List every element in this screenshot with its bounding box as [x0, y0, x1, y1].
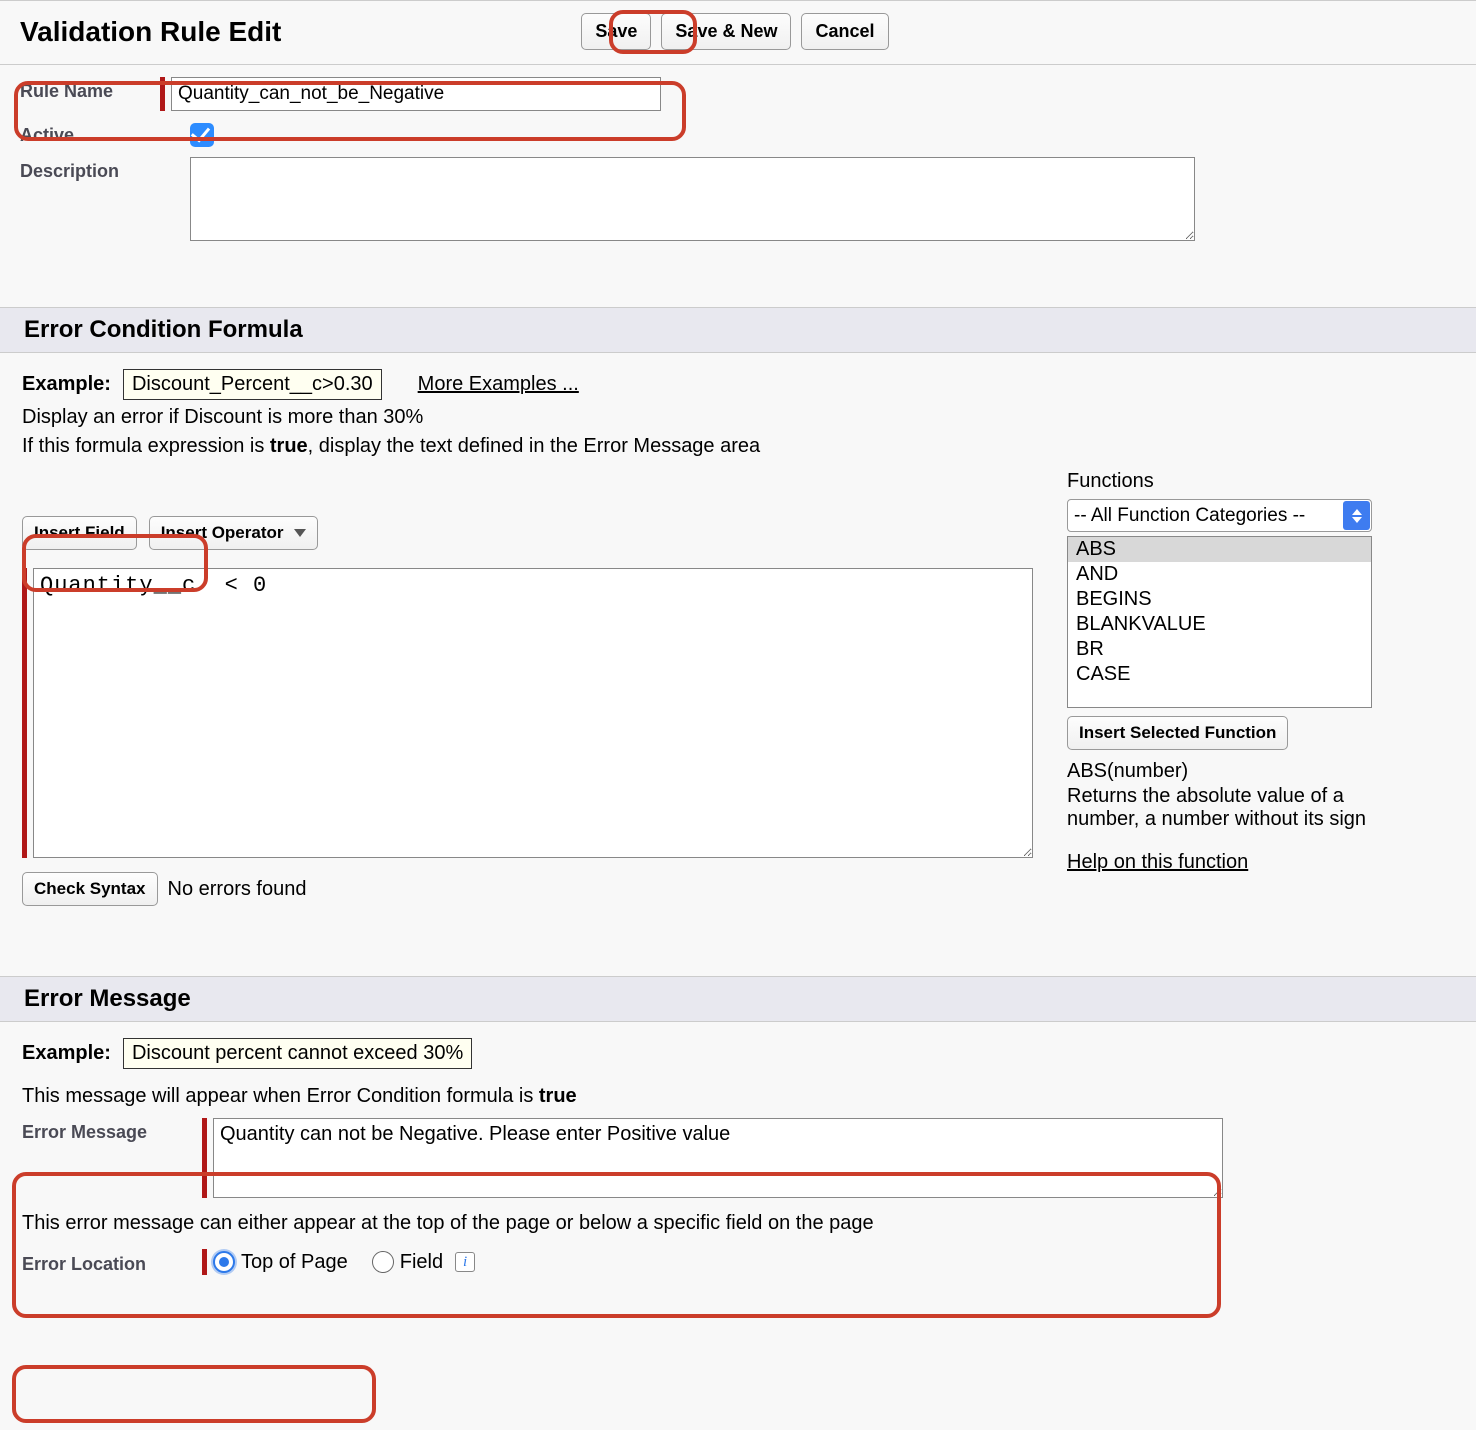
chevron-down-icon [294, 529, 306, 537]
function-description: Returns the absolute value of a number, … [1067, 785, 1407, 831]
required-indicator [22, 568, 27, 858]
check-syntax-button[interactable]: Check Syntax [22, 872, 158, 906]
function-item[interactable]: CASE [1068, 662, 1371, 687]
error-location-hint: This error message can either appear at … [22, 1212, 1454, 1235]
function-item[interactable]: AND [1068, 562, 1371, 587]
more-examples-link[interactable]: More Examples ... [418, 373, 579, 396]
active-checkbox[interactable] [190, 123, 214, 147]
save-and-new-button[interactable]: Save & New [661, 13, 791, 50]
required-indicator [202, 1118, 207, 1198]
required-indicator [160, 77, 165, 111]
error-location-label: Error Location [22, 1250, 202, 1275]
formula-example-value: Discount_Percent__c>0.30 [123, 369, 382, 400]
required-indicator [202, 1249, 207, 1275]
description-textarea[interactable] [190, 157, 1195, 241]
cancel-button[interactable]: Cancel [801, 13, 888, 50]
function-item[interactable]: ABS [1068, 537, 1371, 562]
insert-function-button[interactable]: Insert Selected Function [1067, 716, 1288, 750]
description-label: Description [20, 157, 160, 182]
formula-display-help: Display an error if Discount is more tha… [22, 406, 1454, 429]
function-item[interactable]: BEGINS [1068, 587, 1371, 612]
error-message-label: Error Message [22, 1118, 202, 1143]
formula-if-true-help: If this formula expression is true, disp… [22, 435, 1454, 458]
function-help-link[interactable]: Help on this function [1067, 851, 1248, 874]
active-label: Active [20, 121, 160, 146]
error-message-section-header: Error Message [0, 976, 1476, 1022]
function-category-select[interactable]: -- All Function Categories -- [1067, 499, 1372, 532]
function-item[interactable]: BR [1068, 637, 1371, 662]
function-signature: ABS(number) [1067, 760, 1454, 783]
formula-section-header: Error Condition Formula [0, 307, 1476, 353]
save-button[interactable]: Save [581, 13, 651, 50]
functions-label: Functions [1067, 470, 1454, 493]
error-example-value: Discount percent cannot exceed 30% [123, 1038, 472, 1069]
top-of-page-radio[interactable] [213, 1251, 235, 1273]
page-title: Validation Rule Edit [20, 16, 281, 48]
info-icon[interactable]: i [455, 1252, 475, 1272]
field-radio-label: Field [400, 1251, 443, 1274]
field-radio[interactable] [372, 1251, 394, 1273]
error-example-label: Example: [22, 1042, 111, 1065]
error-appear-help: This message will appear when Error Cond… [22, 1085, 1454, 1108]
top-of-page-radio-label: Top of Page [241, 1251, 348, 1274]
rule-name-label: Rule Name [20, 77, 160, 102]
formula-textarea[interactable] [33, 568, 1033, 858]
rule-name-input[interactable] [171, 77, 661, 111]
function-item[interactable]: BLANKVALUE [1068, 612, 1371, 637]
insert-field-button[interactable]: Insert Field [22, 516, 137, 550]
error-message-textarea[interactable] [213, 1118, 1223, 1198]
functions-listbox[interactable]: ABS AND BEGINS BLANKVALUE BR CASE [1067, 536, 1372, 708]
formula-example-label: Example: [22, 373, 111, 396]
insert-operator-dropdown[interactable]: Insert Operator [149, 516, 318, 550]
syntax-result-text: No errors found [168, 878, 307, 901]
